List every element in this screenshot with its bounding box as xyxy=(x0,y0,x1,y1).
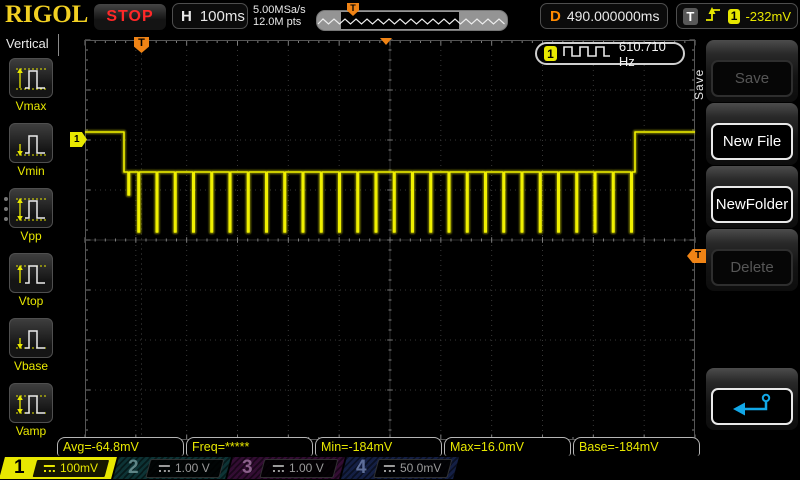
menu-slot: NewFolder xyxy=(706,166,798,228)
measurement-base: Base=-184mV xyxy=(573,437,700,456)
save-button[interactable]: Save xyxy=(711,60,793,97)
frequency-value: 610.710 Hz xyxy=(619,39,676,69)
oscilloscope-screen: RIGOL STOP H 100ms 5.00MSa/s 12.0M pts T… xyxy=(0,0,800,480)
right-menu-title: Save xyxy=(692,52,707,100)
new-file-button[interactable]: New File xyxy=(711,123,793,160)
menu-slot: Delete xyxy=(706,229,798,291)
menu-slot: Save xyxy=(706,40,798,102)
measurement-min: Min=-184mV xyxy=(315,437,442,456)
return-arrow-icon xyxy=(729,392,775,422)
menu-slot: New File xyxy=(706,103,798,165)
measurement-freq: Freq=***** xyxy=(186,437,313,456)
measurement-bar: Avg=-64.8mVFreq=*****Min=-184mVMax=16.0m… xyxy=(57,437,700,456)
delete-button[interactable]: Delete xyxy=(711,249,793,286)
square-wave-icon xyxy=(563,44,613,63)
newfolder-button[interactable]: NewFolder xyxy=(711,186,793,223)
measurement-avg: Avg=-64.8mV xyxy=(57,437,184,456)
freq-channel-badge: 1 xyxy=(544,46,557,61)
frequency-counter: 1 610.710 Hz xyxy=(535,42,685,65)
measurement-max: Max=16.0mV xyxy=(444,437,571,456)
memory-center-marker xyxy=(380,38,392,45)
grid-and-waveform xyxy=(0,0,800,480)
menu-slot xyxy=(706,368,798,430)
back-button[interactable] xyxy=(711,388,793,425)
